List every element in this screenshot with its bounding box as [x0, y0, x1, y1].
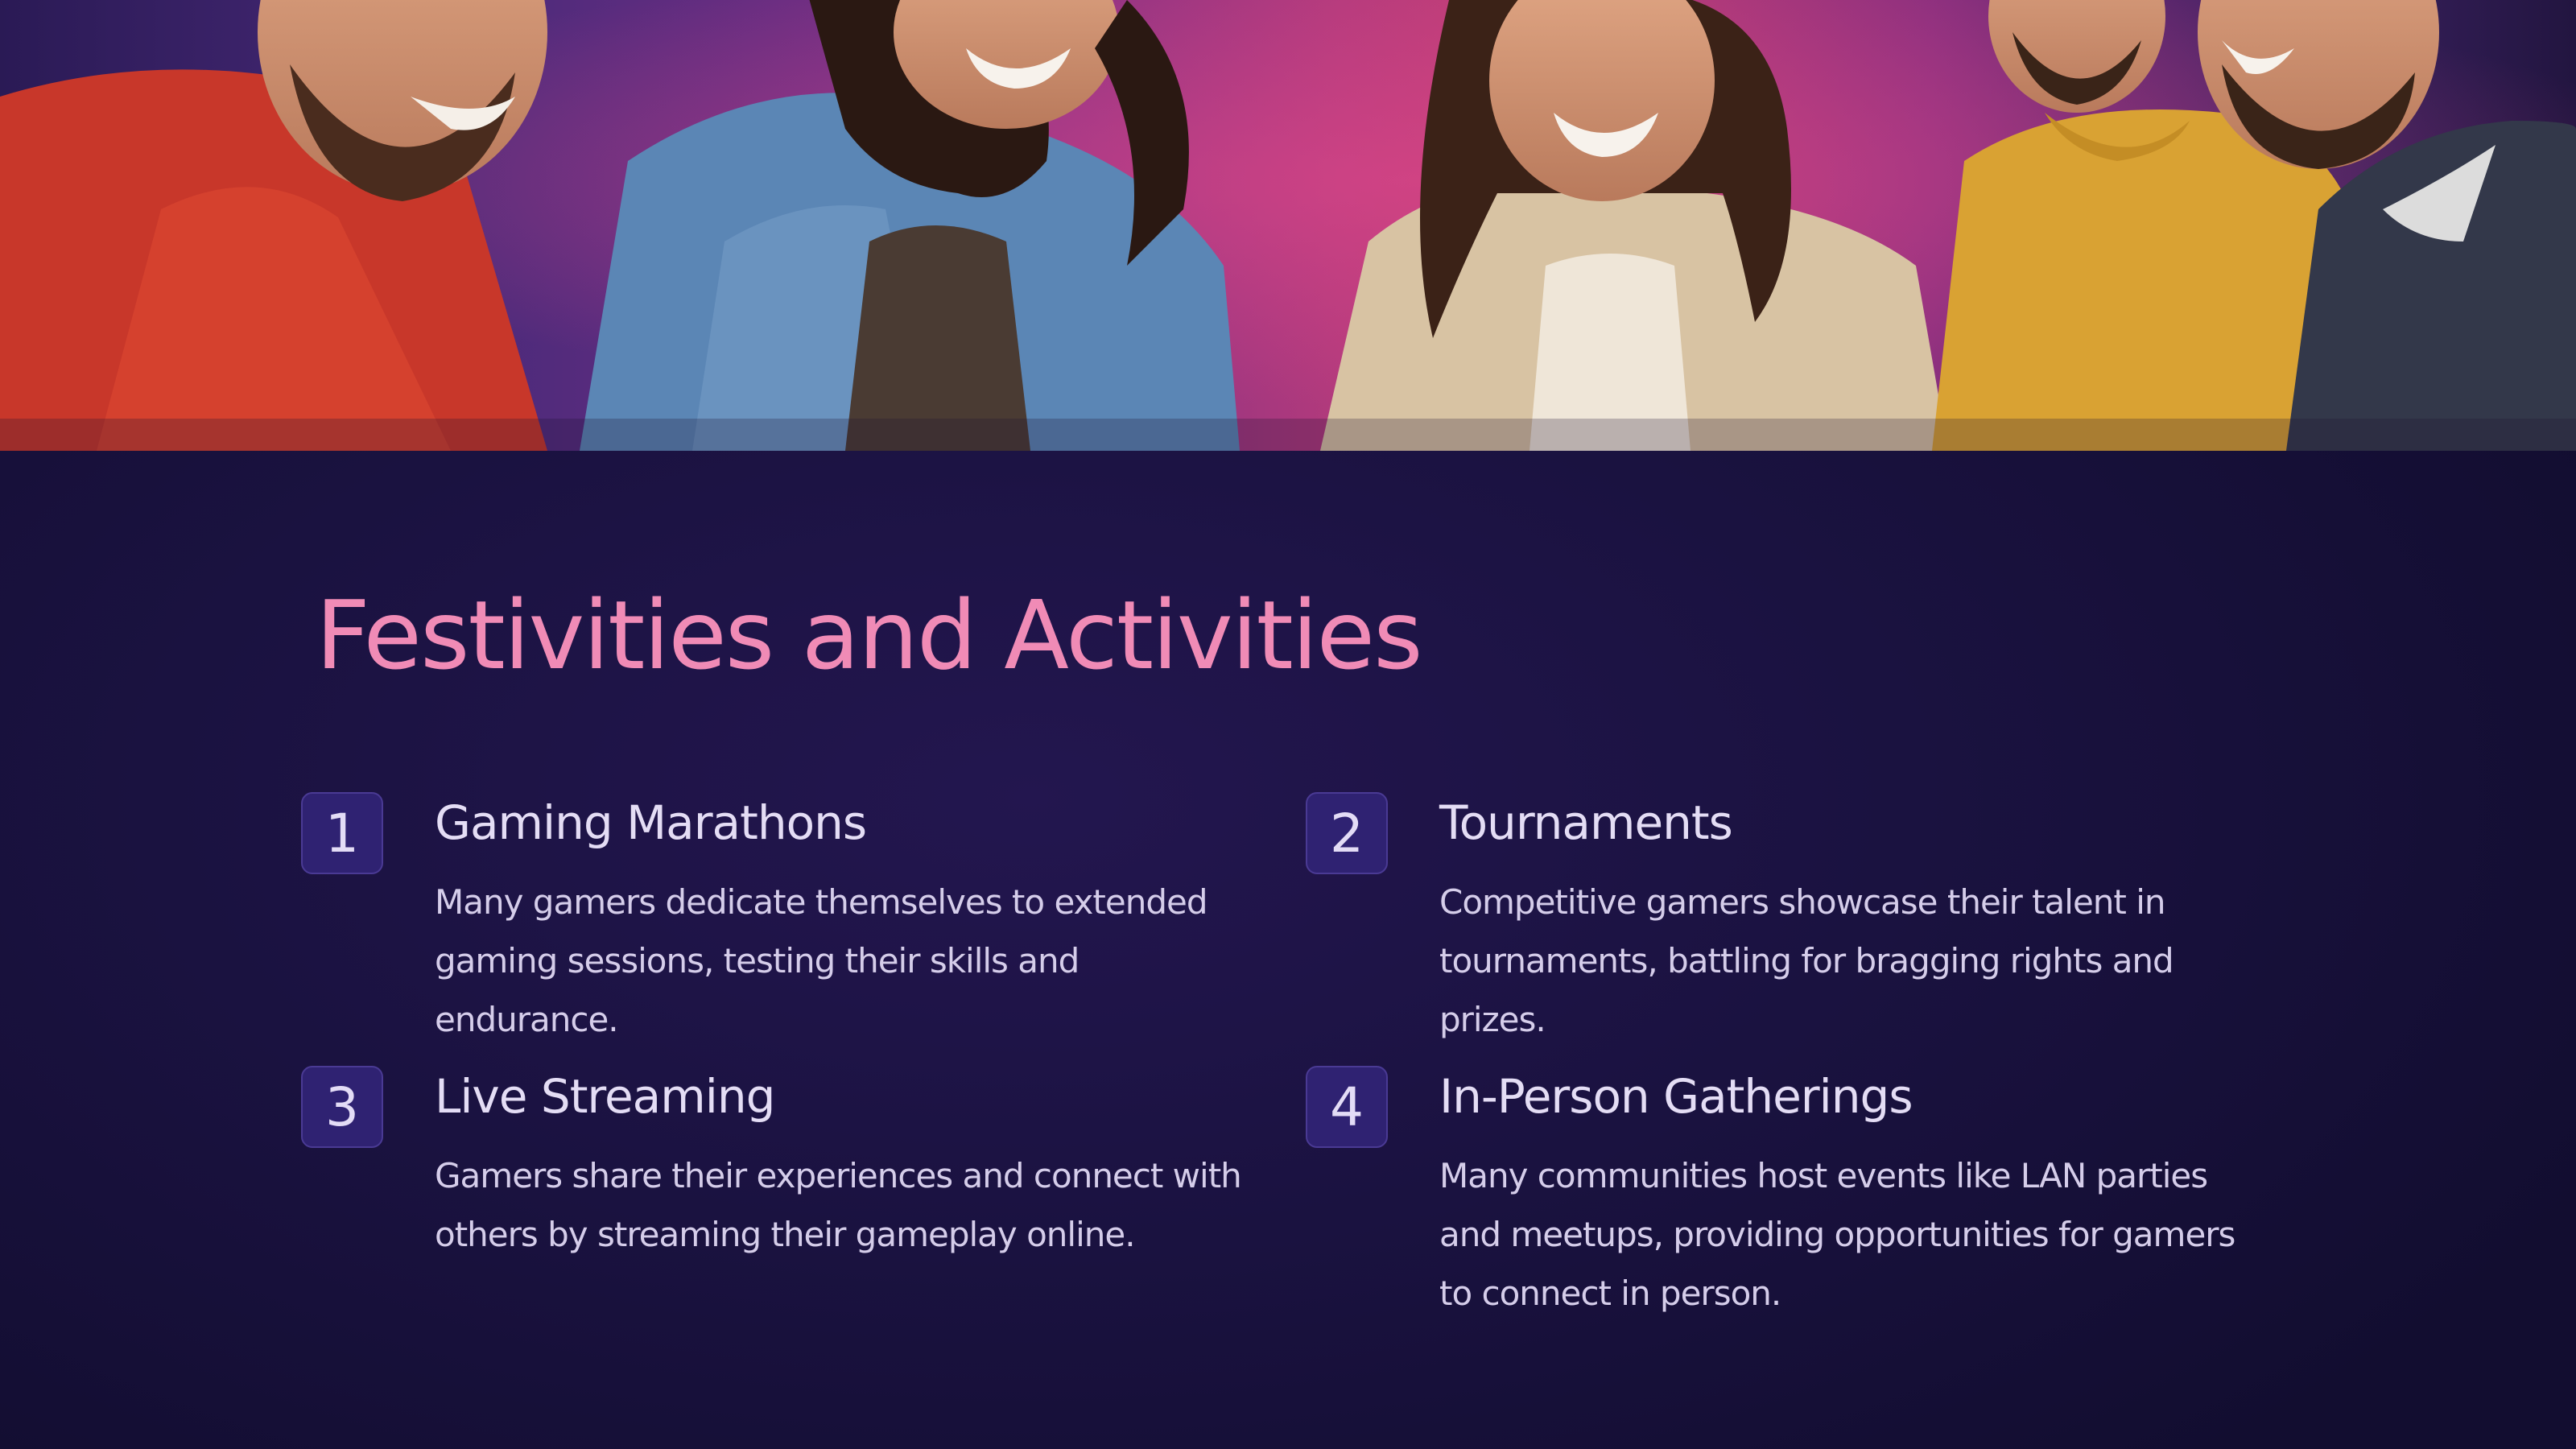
item-description: Many gamers dedicate themselves to exten…: [435, 882, 1208, 1039]
slide-title: Festivities and Activities: [316, 580, 1423, 691]
item-description: Competitive gamers showcase their talent…: [1439, 882, 2174, 1039]
item-heading: Gaming Marathons: [435, 795, 867, 850]
item-description: Many communities host events like LAN pa…: [1439, 1156, 2235, 1313]
number-badge: 2: [1306, 792, 1388, 874]
hero-photo: [0, 0, 2576, 451]
item-heading: Tournaments: [1439, 795, 1733, 850]
number-badge: 3: [301, 1066, 383, 1148]
item-description: Gamers share their experiences and conne…: [435, 1156, 1242, 1254]
item-heading: Live Streaming: [435, 1069, 775, 1124]
item-heading: In-Person Gatherings: [1439, 1069, 1913, 1124]
number-badge: 4: [1306, 1066, 1388, 1148]
number-badge: 1: [301, 792, 383, 874]
slide: Festivities and Activities 1 Gaming Mara…: [0, 0, 2576, 1449]
